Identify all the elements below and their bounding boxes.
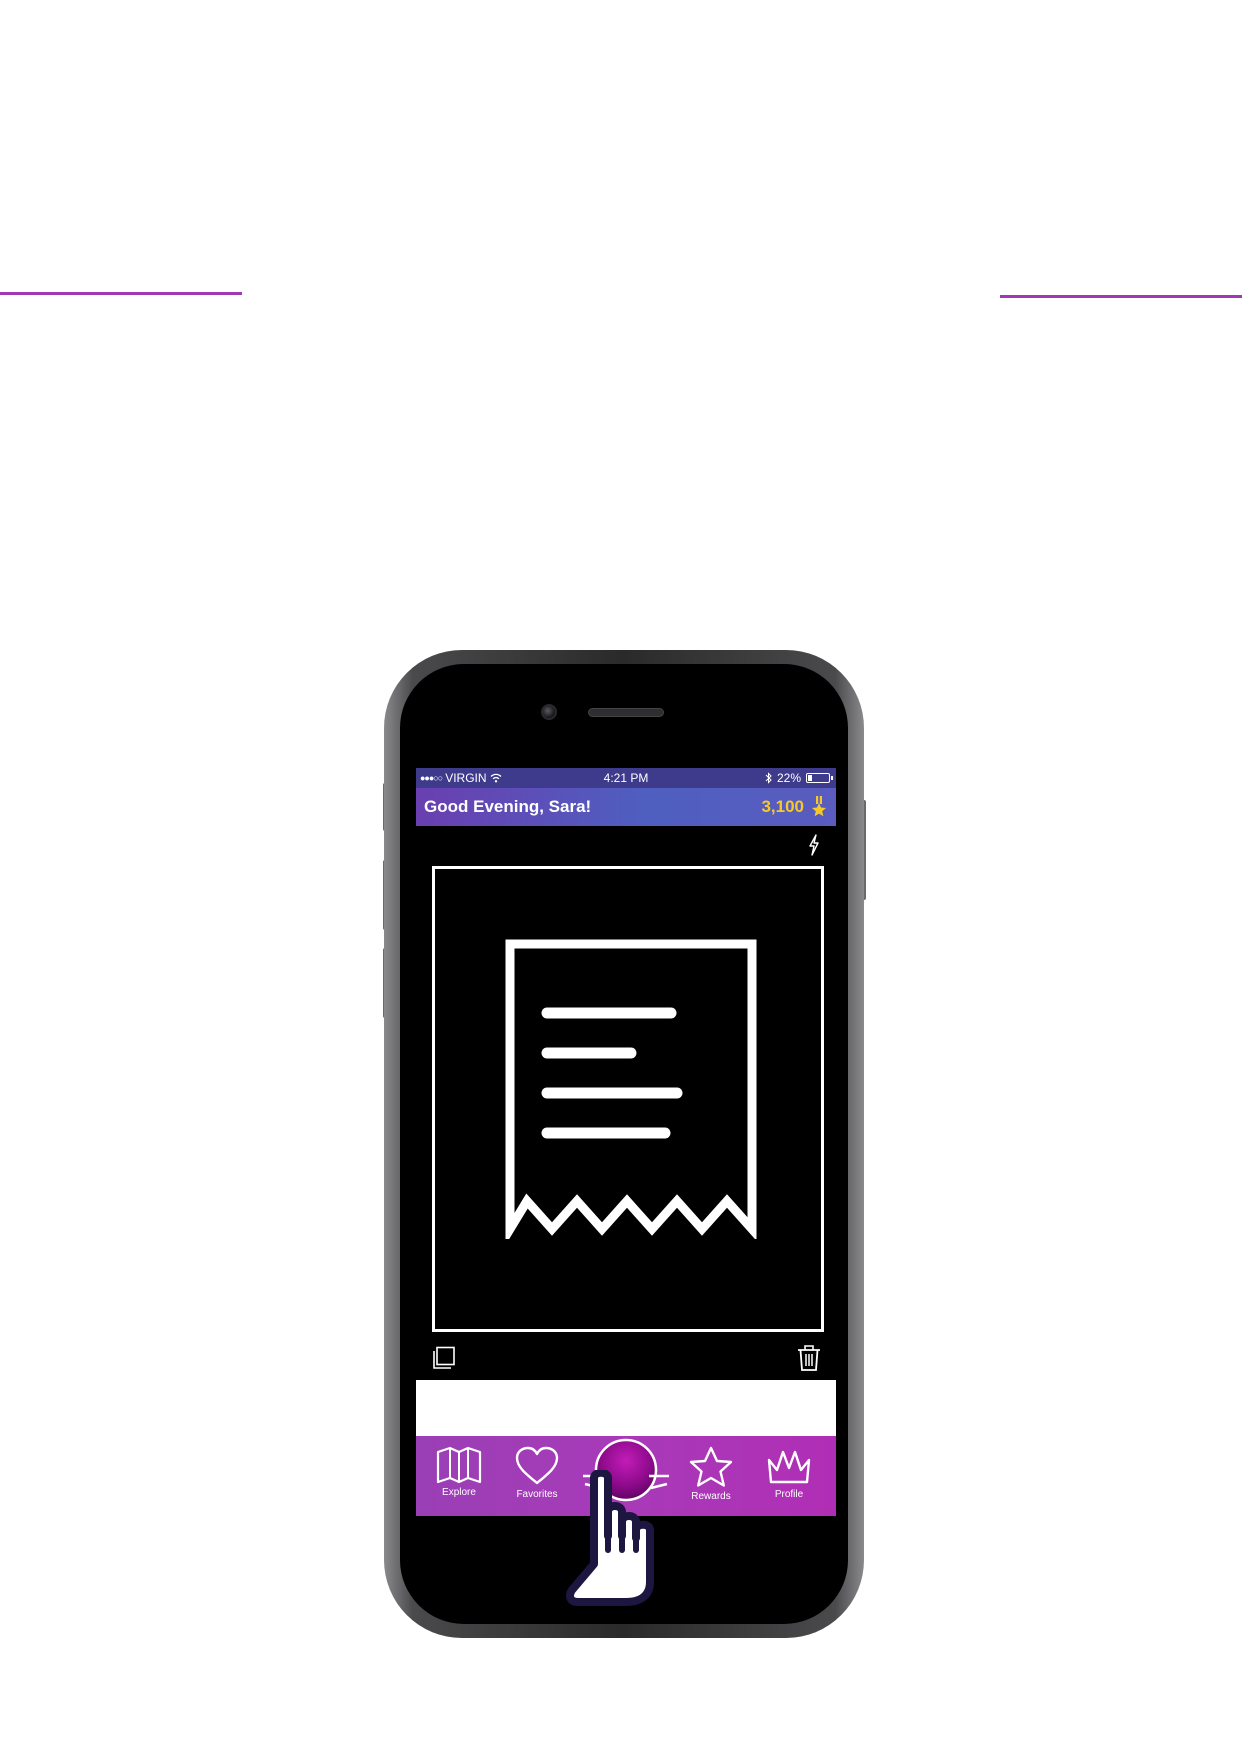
pointing-hand-icon xyxy=(566,1470,654,1606)
front-camera xyxy=(541,704,557,720)
battery-icon xyxy=(806,773,833,783)
tab-label: Favorites xyxy=(516,1489,558,1500)
bluetooth-icon xyxy=(765,772,772,784)
crown-icon xyxy=(767,1450,811,1484)
trash-icon[interactable] xyxy=(796,1344,822,1372)
receipt-icon xyxy=(505,939,757,1239)
decorative-line-right xyxy=(1000,295,1242,298)
battery-level xyxy=(808,775,813,781)
gallery-icon[interactable] xyxy=(432,1346,456,1370)
battery-percent: 22% xyxy=(776,771,801,785)
earpiece-speaker xyxy=(588,708,664,717)
tab-explore[interactable]: Explore xyxy=(424,1436,494,1516)
tab-favorites[interactable]: Favorites xyxy=(502,1436,572,1516)
page: ●●●○○ VIRGIN 4:21 PM 22% Good Evening, S… xyxy=(0,0,1242,1750)
tab-profile[interactable]: Profile xyxy=(754,1436,824,1516)
camera-viewfinder[interactable] xyxy=(432,866,824,1332)
app-header: Good Evening, Sara! 3,100 xyxy=(416,788,836,826)
points-value: 3,100 xyxy=(761,797,804,816)
points-display[interactable]: 3,100 xyxy=(761,796,828,818)
caption-bar xyxy=(416,1380,836,1436)
flash-icon[interactable] xyxy=(808,834,820,856)
status-right: 22% xyxy=(765,771,833,785)
heart-icon xyxy=(515,1446,559,1485)
decorative-line-left xyxy=(0,292,242,295)
greeting-text: Good Evening, Sara! xyxy=(424,797,592,816)
tab-label: Profile xyxy=(774,1489,804,1500)
star-medal-icon xyxy=(812,796,826,817)
status-bar: ●●●○○ VIRGIN 4:21 PM 22% xyxy=(416,768,836,788)
phone-screen: ●●●○○ VIRGIN 4:21 PM 22% Good Evening, S… xyxy=(416,768,836,1516)
tab-label: Explore xyxy=(442,1487,476,1498)
map-icon xyxy=(436,1446,482,1484)
